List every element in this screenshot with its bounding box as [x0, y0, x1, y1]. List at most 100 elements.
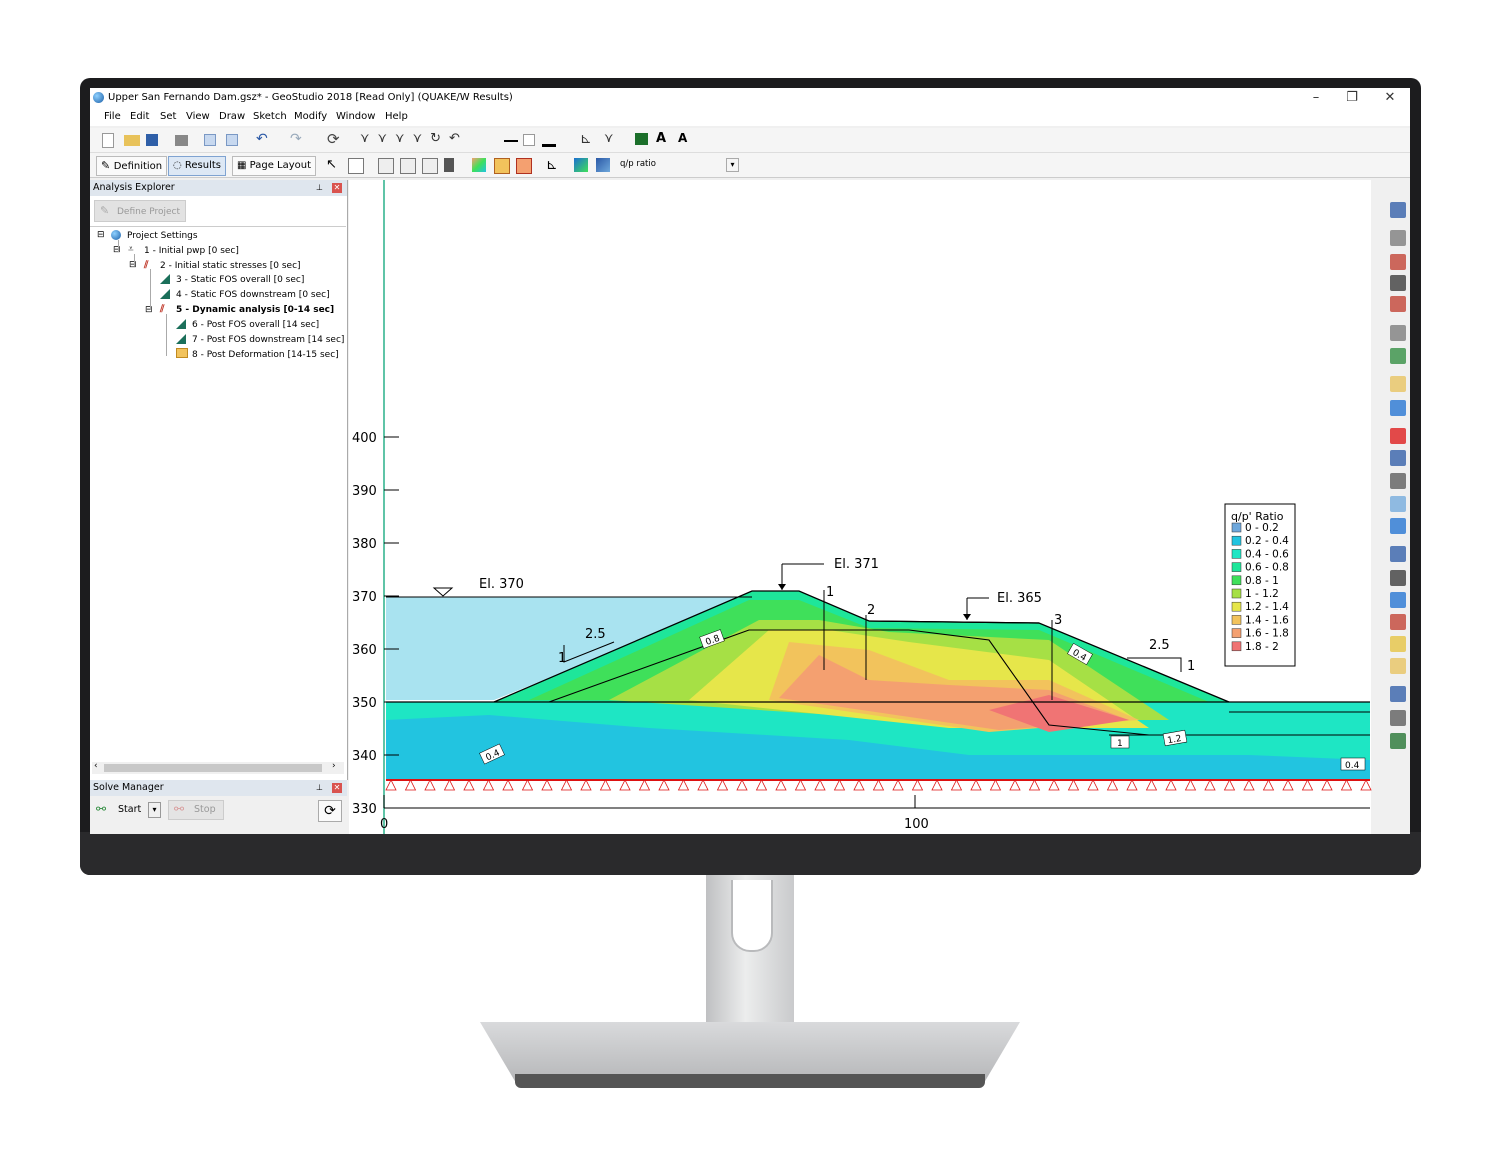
slip-surface-icon[interactable] [516, 158, 532, 174]
tool-icon[interactable] [1390, 275, 1406, 291]
paste-icon[interactable] [226, 134, 238, 146]
tool-icon[interactable] [1390, 518, 1406, 534]
support-marker [638, 779, 651, 791]
select-pointer-icon[interactable]: ↖ [326, 157, 337, 172]
canvas-scrollbar [1371, 180, 1385, 834]
tool-icon[interactable] [1390, 546, 1406, 562]
tool-icon[interactable] [1390, 570, 1406, 586]
definition-button[interactable]: ✎ Definition [96, 156, 168, 176]
zoom-fit-icon[interactable] [422, 158, 438, 174]
menu-draw[interactable]: Draw [219, 111, 245, 122]
menu-modify[interactable]: Modify [294, 111, 327, 122]
graph-icon[interactable]: ⋎ [604, 131, 614, 146]
restore-button[interactable]: ❐ [1334, 89, 1370, 107]
tree-expander[interactable]: ⊟ [129, 260, 137, 270]
contour-parameter-select[interactable]: q/p ratio [616, 156, 740, 172]
close-pane-icon[interactable]: ✕ [332, 183, 342, 193]
tool-icon[interactable] [1390, 473, 1406, 489]
tool-icon[interactable] [1390, 325, 1406, 341]
scroll-left-icon[interactable]: ‹ [94, 761, 98, 771]
open-folder-icon[interactable] [124, 135, 140, 146]
pin-icon[interactable]: ⊥ [316, 783, 323, 792]
refresh-solve-icon[interactable]: ⟳ [318, 800, 342, 822]
tree-item-post-fos-overall[interactable]: 6 - Post FOS overall [14 sec] [192, 320, 319, 330]
tool-icon[interactable] [1390, 686, 1406, 702]
contour-icon[interactable] [472, 158, 486, 172]
refresh-icon[interactable]: ⟳ [327, 130, 340, 148]
menu-set[interactable]: Set [160, 111, 176, 122]
draw-icon[interactable] [444, 158, 454, 172]
tool-icon[interactable] [1390, 428, 1406, 444]
print-icon[interactable] [175, 135, 188, 146]
close-button[interactable]: ✕ [1372, 89, 1408, 107]
chevron-down-icon[interactable]: ▾ [726, 158, 739, 172]
line-color-icon[interactable] [542, 144, 556, 147]
tool-icon[interactable] [1390, 202, 1406, 218]
new-file-icon[interactable] [102, 133, 114, 148]
tree-item-project-settings[interactable]: Project Settings [127, 231, 198, 241]
menu-file[interactable]: File [104, 111, 121, 122]
menu-help[interactable]: Help [385, 111, 408, 122]
close-pane-icon[interactable]: ✕ [332, 783, 342, 793]
font-icon[interactable]: A [678, 131, 687, 145]
tree-item-initial-pwp[interactable]: 1 - Initial pwp [0 sec] [144, 246, 239, 256]
tool-icon[interactable] [1390, 348, 1406, 364]
save-icon[interactable] [146, 134, 158, 146]
axes-icon[interactable]: ⊾ [580, 131, 592, 147]
minimize-button[interactable]: – [1298, 89, 1334, 107]
tool-icon[interactable] [1390, 296, 1406, 312]
menu-window[interactable]: Window [336, 111, 375, 122]
tool-icon[interactable] [1390, 400, 1406, 416]
monitor-green-icon[interactable] [635, 133, 648, 145]
tree-item-post-deformation[interactable]: 8 - Post Deformation [14-15 sec] [192, 350, 339, 360]
line-style-icon[interactable] [504, 140, 518, 142]
tool-icon[interactable] [1390, 496, 1406, 512]
menu-sketch[interactable]: Sketch [253, 111, 287, 122]
start-dropdown-icon[interactable]: ▾ [148, 802, 161, 818]
text-icon[interactable]: A [656, 131, 666, 146]
draw-contours-icon[interactable] [596, 158, 610, 172]
graph-results-icon[interactable]: ⊾ [546, 157, 558, 173]
tree-item-dynamic-analysis[interactable]: 5 - Dynamic analysis [0-14 sec] [176, 305, 334, 315]
zoom-page-icon[interactable] [378, 158, 394, 174]
dropdown-arrow-icon[interactable] [523, 134, 535, 146]
tree-expander[interactable]: ⊟ [113, 245, 121, 255]
drawing-canvas[interactable]: 400 390 380 370 360 350 340 330 0 100 El. 370 El… [349, 180, 1385, 834]
tree-item-static-fos-downstream[interactable]: 4 - Static FOS downstream [0 sec] [176, 290, 330, 300]
tree-item-initial-static[interactable]: 2 - Initial static stresses [0 sec] [160, 261, 301, 271]
sketch-tools-icons[interactable]: ⋎⋎⋎⋎↻↶ [360, 131, 468, 146]
legend-item-label: 1.6 - 1.8 [1245, 628, 1289, 640]
tool-icon[interactable] [1390, 592, 1406, 608]
tool-icon[interactable] [1390, 733, 1406, 749]
tool-icon[interactable] [1390, 230, 1406, 246]
tree-item-static-fos-overall[interactable]: 3 - Static FOS overall [0 sec] [176, 275, 304, 285]
legend-swatch [1231, 588, 1242, 599]
scrollbar-thumb[interactable] [104, 764, 322, 772]
results-label: Results [184, 160, 222, 171]
tool-icon[interactable] [1390, 254, 1406, 270]
tool-icon[interactable] [1390, 376, 1406, 392]
start-button[interactable]: Start [118, 804, 141, 815]
tool-icon[interactable] [1390, 614, 1406, 630]
tool-icon[interactable] [1390, 636, 1406, 652]
window-title: Upper San Fernando Dam.gsz* - GeoStudio … [108, 92, 513, 103]
tree-expander[interactable]: ⊟ [145, 305, 153, 315]
pin-icon[interactable]: ⊥ [316, 183, 323, 192]
menu-view[interactable]: View [186, 111, 210, 122]
view-results-icon[interactable] [574, 158, 588, 172]
zoom-region-icon[interactable] [348, 158, 364, 174]
tool-icon[interactable] [1390, 658, 1406, 674]
copy-icon[interactable] [204, 134, 216, 146]
tool-icon[interactable] [1390, 710, 1406, 726]
tree-expander[interactable]: ⊟ [97, 230, 105, 240]
results-button[interactable]: ◌ Results [168, 156, 227, 176]
redo-icon[interactable]: ↷ [290, 131, 302, 147]
undo-icon[interactable]: ↶ [256, 131, 268, 147]
menu-edit[interactable]: Edit [130, 111, 149, 122]
tree-item-post-fos-downstream[interactable]: 7 - Post FOS downstream [14 sec] [192, 335, 344, 345]
zoom-objects-icon[interactable] [400, 158, 416, 174]
mesh-icon[interactable] [494, 158, 510, 174]
tool-icon[interactable] [1390, 450, 1406, 466]
page-layout-button[interactable]: ▦ Page Layout [232, 156, 317, 176]
scroll-right-icon[interactable]: › [332, 761, 336, 771]
